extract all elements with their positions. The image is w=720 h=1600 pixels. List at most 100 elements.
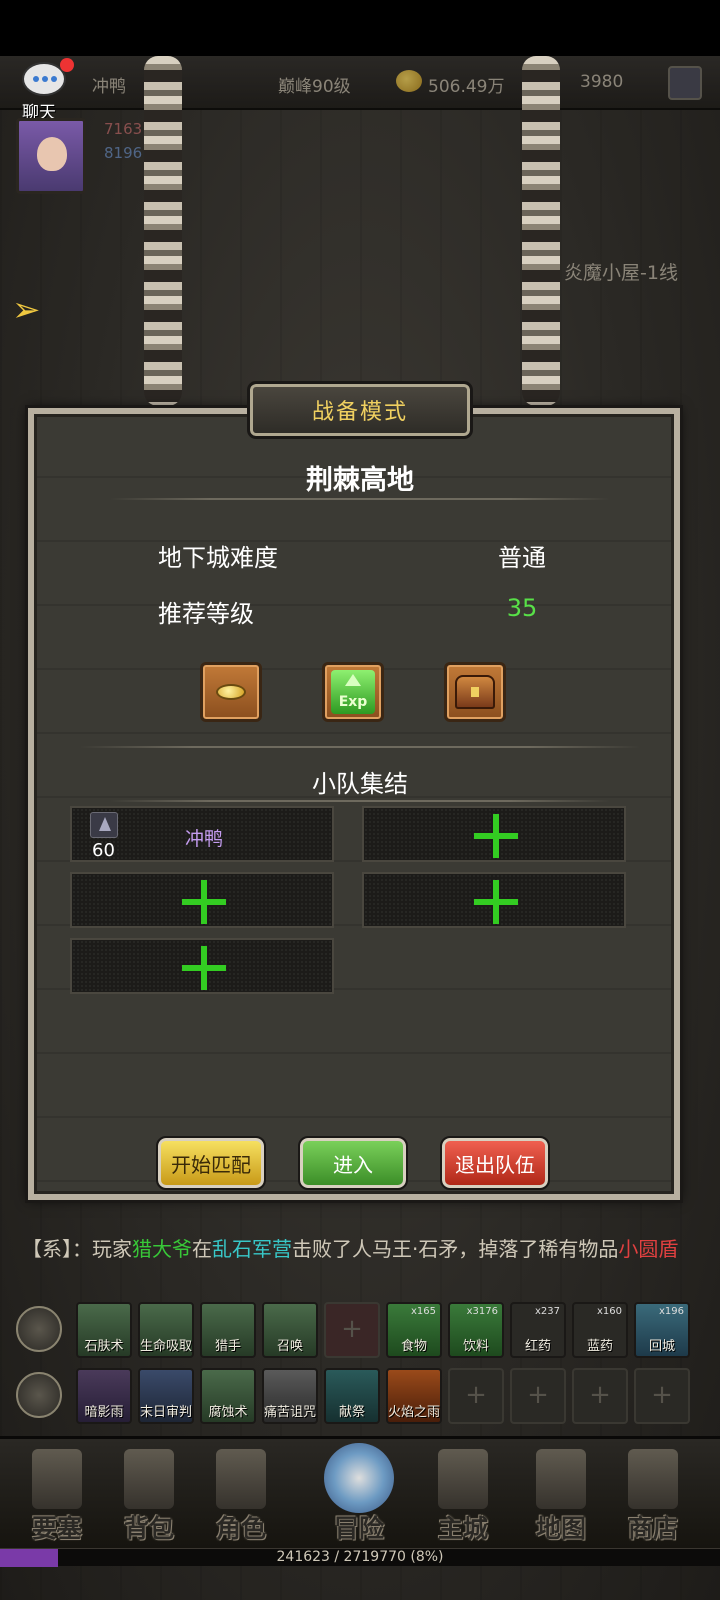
squad-slot-empty[interactable] [362,872,626,928]
squad-slot-empty[interactable] [362,806,626,862]
exp-reward[interactable]: Exp [322,662,384,722]
nav-fortress[interactable]: 要塞 [12,1439,102,1551]
skill-slot[interactable]: 生命吸取 [138,1302,194,1358]
skill-label: 召唤 [276,1339,303,1354]
skill-slot[interactable]: 猎手 [200,1302,256,1358]
system-message: 【系】：玩家猎大爷在乱石军营击败了人马王·石矛，掉落了稀有物品小圆盾 [22,1234,702,1264]
bottom-nav: 要塞 背包 角色 冒险 主城 地图 商店 [0,1436,720,1548]
nav-shop[interactable]: 商店 [608,1439,698,1551]
difficulty-value: 普通 [498,544,546,572]
nav-character[interactable]: 角色 [196,1439,286,1551]
skill-slot[interactable]: 腐蚀术 [200,1368,256,1424]
backpack-icon [124,1449,174,1509]
skill-label: 生命吸取 [140,1339,193,1354]
drink-slot[interactable]: x3176 饮料 [448,1302,504,1358]
nav-label: 背包 [123,1514,174,1543]
player-name: 冲鸭 [92,77,126,97]
skill-label: 献祭 [338,1405,365,1420]
food-slot[interactable]: x165 食物 [386,1302,442,1358]
player-avatar[interactable] [16,118,86,194]
divider [110,498,610,500]
skill-bar-bottom: 暗影雨 末日审判 腐蚀术 痛苦诅咒 献祭 火焰之雨 [0,1364,720,1428]
red-potion-label: 红药 [524,1339,551,1354]
skill-slot[interactable]: 火焰之雨 [386,1368,442,1424]
dialog-title: 战备模式 [247,381,473,439]
gold-reward[interactable] [200,662,262,722]
mp-value: 8196 [104,144,143,162]
skill-slot[interactable]: 暗影雨 [76,1368,132,1424]
add-member-icon [182,880,226,924]
skill-slot[interactable]: 末日审判 [138,1368,194,1424]
skill-slot[interactable]: 召唤 [262,1302,318,1358]
recommended-level-value: 35 [506,594,538,622]
start-match-button[interactable]: 开始匹配 [156,1136,266,1190]
message-action: 击败了人马王·石矛，掉落了稀有物品 [292,1237,619,1261]
nav-label: 冒险 [333,1514,384,1543]
empty-skill-slot[interactable] [510,1368,566,1424]
leave-team-button[interactable]: 退出队伍 [440,1136,550,1190]
nav-label: 要塞 [31,1514,82,1543]
nav-adventure[interactable]: 冒险 [314,1439,404,1551]
skill-slot[interactable]: 献祭 [324,1368,380,1424]
enter-button[interactable]: 进入 [298,1136,408,1190]
blue-potion-slot[interactable]: x160 蓝药 [572,1302,628,1358]
member-name: 冲鸭 [184,828,223,850]
nav-map[interactable]: 地图 [516,1439,606,1551]
red-potion-slot[interactable]: x237 红药 [510,1302,566,1358]
return-town-label: 回城 [648,1339,675,1354]
notification-dot [60,58,74,72]
chat-button[interactable]: 聊天 [16,58,74,123]
top-status-bar: 冲鸭 巅峰90级 506.49万 3980 [0,56,720,110]
hp-value: 7163 [104,120,143,138]
red-potion-count: x237 [534,1306,560,1317]
wizard-hat-icon[interactable] [668,66,702,100]
difficulty-label: 地下城难度 [158,544,278,572]
empty-skill-slot[interactable] [572,1368,628,1424]
exp-icon: Exp [331,670,375,714]
divider [80,746,640,748]
squad-slot-empty[interactable] [70,872,334,928]
chest-reward[interactable] [444,662,506,722]
recommended-level-label: 推荐等级 [158,600,254,628]
nav-label: 商店 [627,1514,678,1543]
blue-potion-count: x160 [596,1306,622,1317]
chain-left [144,56,182,406]
return-town-count: x196 [658,1306,684,1317]
divider [110,800,610,802]
portal-icon [324,1443,394,1513]
skill-label: 暗影雨 [84,1405,124,1420]
message-player: 猎大爷 [132,1237,192,1261]
squad-title: 小队集结 [312,770,408,798]
dungeon-name: 荆棘高地 [306,465,414,496]
treasure-chest-icon [455,675,495,709]
nav-label: 角色 [215,1514,266,1543]
skill-slot[interactable]: 痛苦诅咒 [262,1368,318,1424]
gold-coin-icon [216,684,246,700]
squad-slot-empty[interactable] [70,938,334,994]
castle-icon [438,1449,488,1509]
return-town-slot[interactable]: x196 回城 [634,1302,690,1358]
nav-label: 地图 [535,1514,586,1543]
nav-backpack[interactable]: 背包 [104,1439,194,1551]
skill-bar-top: 石肤术 生命吸取 猎手 召唤 x165 食物 x3176 饮料 x237 红药 x16… [0,1298,720,1362]
nav-main-city[interactable]: 主城 [418,1439,508,1551]
squad-slot-member[interactable]: 60 冲鸭 [70,806,334,862]
skill-slot[interactable]: 石肤术 [76,1302,132,1358]
trash-icon[interactable] [16,1372,62,1418]
map-name: 炎魔小屋-1线 [564,262,678,284]
message-at: 在 [192,1237,212,1261]
nav-label: 主城 [437,1514,488,1543]
battle-prep-dialog [25,405,683,1203]
empty-skill-slot[interactable] [634,1368,690,1424]
expand-arrow-icon[interactable]: ➢ [12,290,41,330]
skill-label: 腐蚀术 [208,1405,248,1420]
message-place: 乱石军营 [212,1237,292,1261]
character-helmet-icon [216,1449,266,1509]
empty-skill-slot[interactable] [448,1368,504,1424]
message-prefix: 【系】：玩家 [22,1237,132,1261]
skill-label: 石肤术 [84,1339,124,1354]
swap-icon[interactable] [16,1306,62,1352]
gold-amount: 506.49万 [428,77,505,97]
disabled-skill-slot[interactable] [324,1302,380,1358]
shop-gong-icon [628,1449,678,1509]
